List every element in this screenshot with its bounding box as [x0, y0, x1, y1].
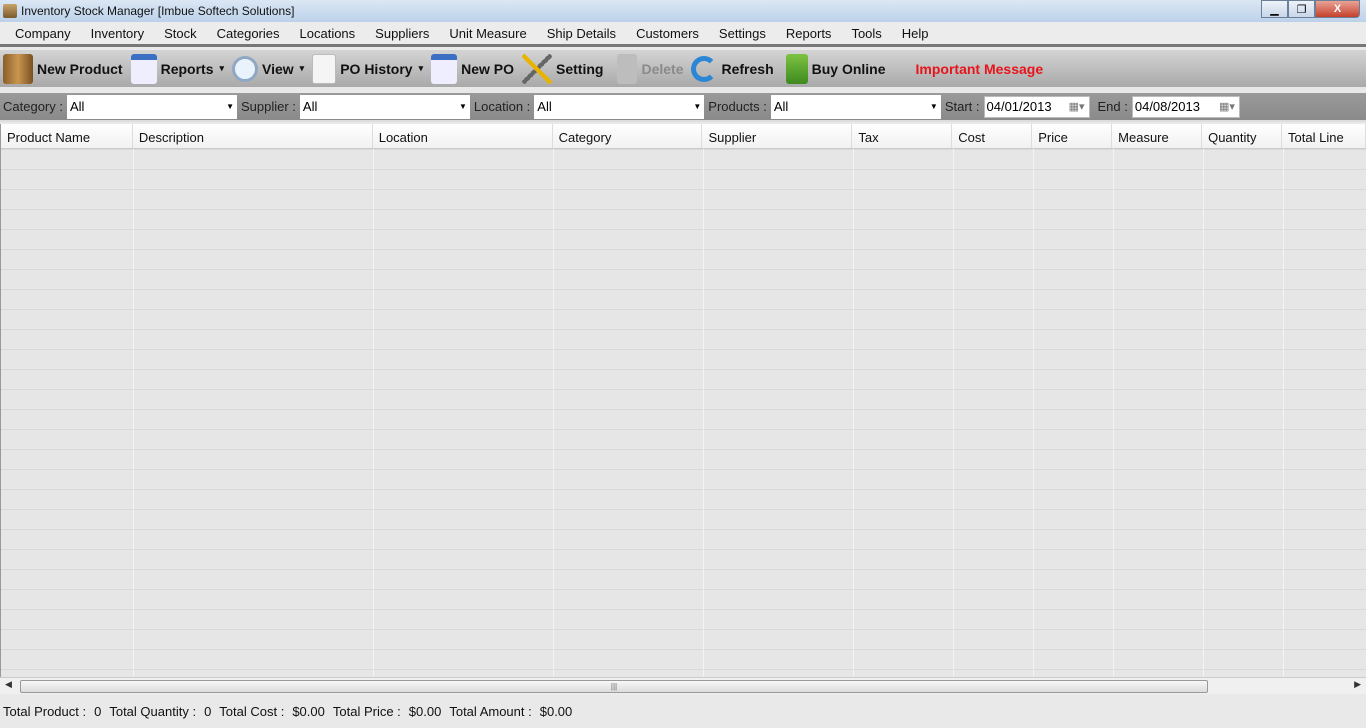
buy-online-button[interactable]: Buy Online [782, 53, 886, 84]
po-history-button[interactable]: PO History ▾ [312, 53, 423, 84]
total-product-label: Total Product : [3, 704, 87, 719]
report-icon [431, 53, 458, 84]
menu-customers[interactable]: Customers [626, 26, 709, 41]
menu-categories[interactable]: Categories [207, 26, 290, 41]
menu-company[interactable]: Company [5, 26, 81, 41]
column-header-tax[interactable]: Tax [852, 124, 953, 148]
scroll-right-icon[interactable]: ▶ [1354, 679, 1361, 690]
supplier-label: Supplier : [240, 99, 296, 114]
title-bar: Inventory Stock Manager [Imbue Softech S… [0, 0, 1366, 22]
column-divider [703, 149, 704, 678]
column-header-price[interactable]: Price [1032, 124, 1113, 148]
refresh-icon [691, 55, 718, 82]
delete-button[interactable]: Delete [611, 53, 683, 84]
trash-icon [617, 53, 638, 84]
column-header-quantity[interactable]: Quantity [1202, 124, 1283, 148]
magnifier-icon [232, 55, 259, 82]
restore-button[interactable]: ❐ [1288, 0, 1315, 18]
view-button[interactable]: View ▾ [232, 55, 304, 82]
menu-stock[interactable]: Stock [154, 26, 207, 41]
start-label: Start : [944, 99, 980, 114]
chevron-down-icon: ▼ [929, 102, 938, 111]
end-date-picker[interactable]: 04/08/2013 ▦▾ [1131, 95, 1240, 118]
column-header-cost[interactable]: Cost [952, 124, 1033, 148]
grid-rows [1, 149, 1366, 678]
report-icon [130, 53, 157, 84]
menu-reports[interactable]: Reports [776, 26, 842, 41]
end-label: End : [1097, 99, 1128, 114]
column-header-product-name[interactable]: Product Name [1, 124, 133, 148]
column-header-measure[interactable]: Measure [1112, 124, 1203, 148]
column-divider [1203, 149, 1204, 678]
menu-unit-measure[interactable]: Unit Measure [439, 26, 536, 41]
menu-tools[interactable]: Tools [841, 26, 891, 41]
cart-icon [785, 53, 808, 84]
grid-header: Product Name Description Location Catego… [1, 124, 1366, 149]
products-label: Products : [708, 99, 767, 114]
new-po-button[interactable]: New PO [431, 53, 514, 84]
total-quantity-label: Total Quantity : [109, 704, 197, 719]
app-icon [3, 4, 17, 18]
total-quantity-value: 0 [204, 704, 212, 719]
column-divider [1283, 149, 1284, 678]
menu-ship-details[interactable]: Ship Details [537, 26, 626, 41]
location-label: Location : [473, 99, 531, 114]
minimize-button[interactable]: ▁ [1261, 0, 1288, 18]
total-price-value: $0.00 [408, 704, 442, 719]
reports-button[interactable]: Reports ▾ [130, 53, 224, 84]
column-header-supplier[interactable]: Supplier [702, 124, 853, 148]
tools-icon [522, 53, 552, 84]
menu-locations[interactable]: Locations [290, 26, 366, 41]
products-grid[interactable]: Product Name Description Location Catego… [0, 124, 1366, 678]
column-divider [953, 149, 954, 678]
column-header-description[interactable]: Description [133, 124, 373, 148]
column-divider [1113, 149, 1114, 678]
close-button[interactable]: X [1315, 0, 1360, 18]
menu-settings[interactable]: Settings [709, 26, 776, 41]
column-divider [133, 149, 134, 678]
scrollbar-thumb[interactable]: ||| [20, 680, 1208, 693]
total-cost-value: $0.00 [292, 704, 325, 719]
category-label: Category : [3, 99, 63, 114]
chevron-down-icon: ▼ [458, 102, 467, 111]
horizontal-scrollbar[interactable]: ◀ ||| ▶ [0, 677, 1366, 694]
chevron-down-icon: ▼ [226, 102, 234, 111]
total-price-label: Total Price : [332, 704, 401, 719]
column-divider [373, 149, 374, 678]
column-divider [853, 149, 854, 678]
toolbar: New Product Reports ▾ View ▾ PO History ▾ N… [0, 50, 1366, 90]
menu-help[interactable]: Help [892, 26, 939, 41]
calendar-icon[interactable]: ▦▾ [1219, 100, 1235, 113]
total-product-value: 0 [94, 704, 102, 719]
boxes-icon [3, 53, 33, 84]
column-header-location[interactable]: Location [373, 124, 553, 148]
chevron-down-icon: ▼ [693, 102, 702, 111]
start-date-picker[interactable]: 04/01/2013 ▦▾ [983, 95, 1090, 118]
column-header-category[interactable]: Category [553, 124, 703, 148]
menu-inventory[interactable]: Inventory [81, 26, 154, 41]
total-amount-value: $0.00 [539, 704, 573, 719]
window-title: Inventory Stock Manager [Imbue Softech S… [21, 4, 295, 18]
column-header-total-line[interactable]: Total Line [1282, 124, 1366, 148]
total-cost-label: Total Cost : [219, 704, 285, 719]
total-amount-label: Total Amount : [449, 704, 532, 719]
scroll-left-icon[interactable]: ◀ [5, 679, 12, 690]
setting-button[interactable]: Setting [522, 53, 603, 84]
location-select[interactable]: All ▼ [534, 94, 705, 119]
important-message-link[interactable]: Important Message [916, 61, 1044, 77]
new-product-button[interactable]: New Product [3, 53, 123, 84]
menu-suppliers[interactable]: Suppliers [365, 26, 439, 41]
column-divider [553, 149, 554, 678]
refresh-button[interactable]: Refresh [691, 55, 774, 82]
supplier-select[interactable]: All ▼ [299, 94, 470, 119]
document-icon [312, 53, 337, 84]
column-divider [1033, 149, 1034, 678]
menu-bar: Company Inventory Stock Categories Locat… [0, 22, 1366, 47]
status-bar: Total Product : 0 Total Quantity : 0 Tot… [0, 695, 1366, 728]
category-select[interactable]: All ▼ [66, 94, 237, 119]
filter-bar: Category : All ▼ Supplier : All ▼ Location… [0, 93, 1366, 122]
calendar-icon[interactable]: ▦▾ [1069, 100, 1085, 113]
products-select[interactable]: All ▼ [770, 94, 941, 119]
